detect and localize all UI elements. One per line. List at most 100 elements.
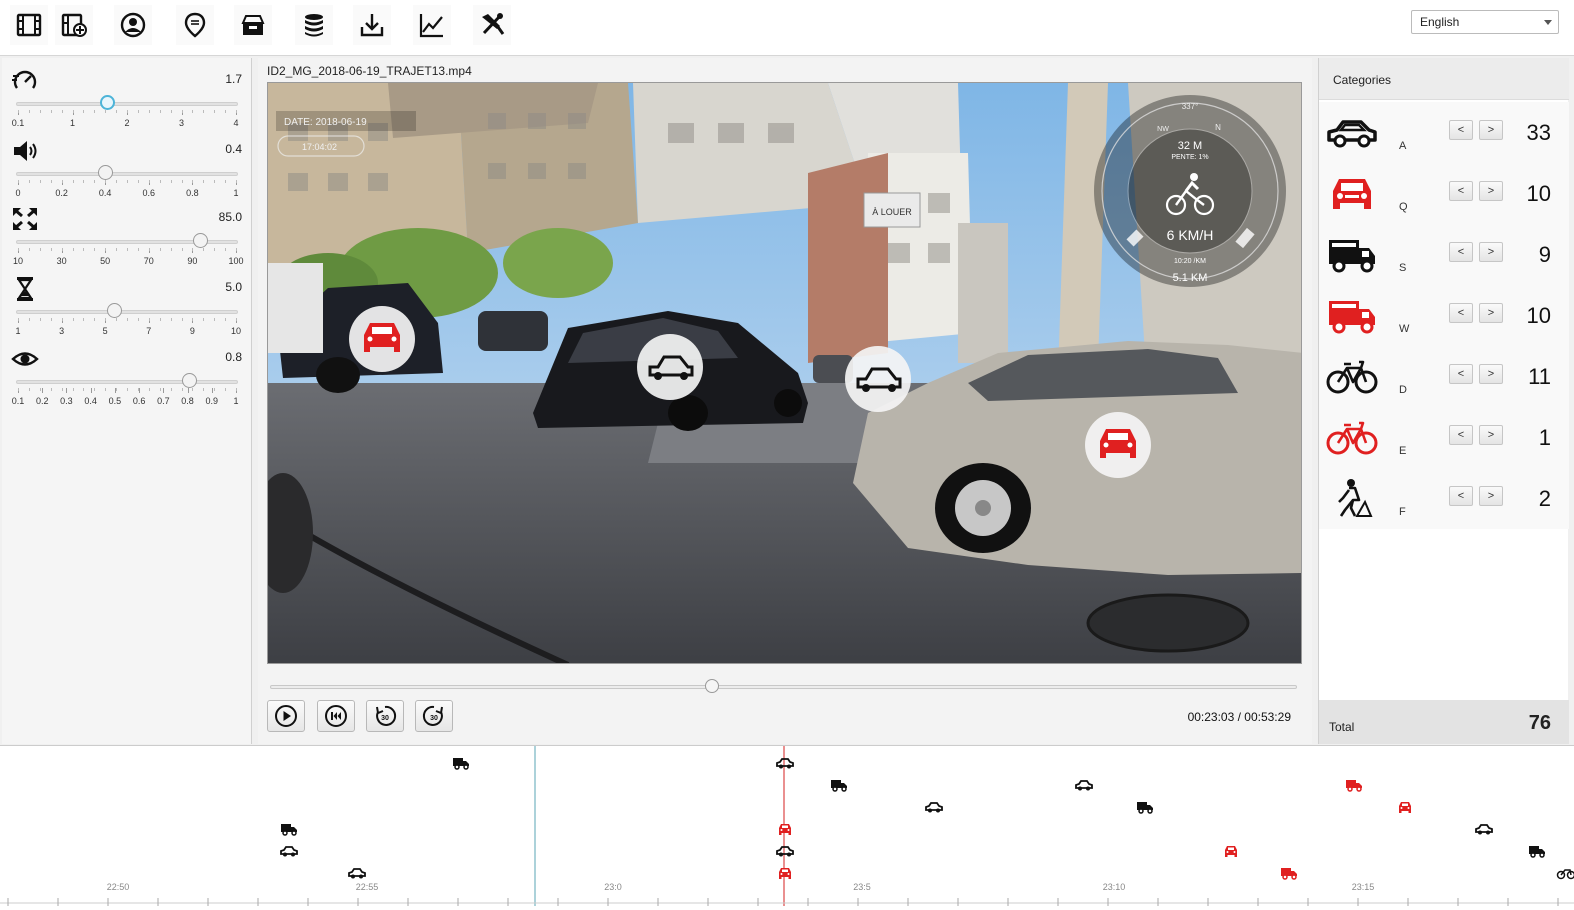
visibility-slider-track[interactable]	[16, 380, 238, 384]
volume-ticks	[18, 180, 237, 186]
timeline-marker-truck-icon[interactable]	[1281, 868, 1297, 880]
archive-button[interactable]	[234, 5, 272, 45]
decrement-button[interactable]: <	[1449, 242, 1473, 262]
zoom-ticks	[18, 248, 237, 254]
language-select[interactable]: English	[1411, 10, 1559, 34]
user-button[interactable]	[114, 5, 152, 45]
film-add-button[interactable]	[55, 5, 93, 45]
increment-button[interactable]: >	[1479, 181, 1503, 201]
decrement-button[interactable]: <	[1449, 425, 1473, 445]
category-row-f: F < >2	[1319, 468, 1569, 529]
duration-slider-track[interactable]	[16, 310, 238, 314]
overlay-date: DATE: 2018-06-19	[284, 117, 367, 128]
timeline-marker-car-icon[interactable]	[280, 846, 298, 857]
marker-car-black-1[interactable]	[637, 334, 703, 400]
tick-label: 0.1	[11, 118, 25, 128]
forward-30-button[interactable]: 30	[415, 700, 453, 732]
speed-hud: 337° NW N 32 M PENTE: 1% 6 KM/H 10:20 /K…	[1094, 95, 1286, 287]
truck-icon	[1325, 234, 1379, 274]
download-button[interactable]	[353, 5, 391, 45]
timeline-marker-car-front-icon[interactable]	[1399, 802, 1411, 813]
increment-button[interactable]: >	[1479, 425, 1503, 445]
timeline-marker-truck-icon[interactable]	[1529, 846, 1545, 858]
categories-panel: Categories A < >33 Q < >10 S < >9 W < >10 D < >11 E < >1 F…	[1318, 58, 1569, 744]
timeline-marker-truck-icon[interactable]	[1137, 802, 1153, 814]
timeline-marker-truck-icon[interactable]	[831, 780, 847, 792]
app-window: English 1.7 0.1 1 2 3 4 0.4 0 0.2 0.4 0.6 0.8 1 85.0 1…	[0, 0, 1574, 910]
database-button[interactable]	[295, 5, 333, 45]
marker-car-red[interactable]	[349, 306, 415, 372]
hud-nw: NW	[1157, 126, 1169, 133]
increment-button[interactable]: >	[1479, 364, 1503, 384]
timeline-marker-car-front-icon[interactable]	[779, 868, 791, 879]
user-circle-icon	[120, 12, 146, 38]
timeline-marker-truck-icon[interactable]	[281, 824, 297, 836]
timeline-marker-bicycle-icon[interactable]	[1556, 869, 1574, 880]
decrement-button[interactable]: <	[1449, 303, 1473, 323]
timeline-marker-truck-icon[interactable]	[453, 758, 469, 770]
play-button[interactable]	[267, 700, 305, 732]
timeline-label: 22:55	[355, 882, 379, 892]
tick-label: 2	[124, 118, 130, 128]
timeline-marker-car-front-icon[interactable]	[1225, 846, 1237, 857]
increment-button[interactable]: >	[1479, 486, 1503, 506]
increment-button[interactable]: >	[1479, 242, 1503, 262]
skip-start-button[interactable]	[317, 700, 355, 732]
hourglass-icon	[11, 276, 39, 302]
forward-30-label: 30	[430, 715, 438, 722]
visibility-slider-thumb[interactable]	[182, 373, 198, 388]
duration-ticks	[18, 318, 237, 324]
event-timeline[interactable]: 22:50 22:55 23:0 23:5 23:10 23:15	[0, 745, 1574, 910]
decrement-button[interactable]: <	[1449, 120, 1473, 140]
decrement-button[interactable]: <	[1449, 181, 1473, 201]
marker-car-black-2[interactable]	[845, 346, 911, 412]
timeline-marker-truck-icon[interactable]	[1346, 780, 1362, 792]
timeline-marker-car-icon[interactable]	[1475, 824, 1493, 835]
volume-slider-thumb[interactable]	[97, 165, 113, 180]
timeline-marker-car-icon[interactable]	[776, 758, 794, 769]
decrement-button[interactable]: <	[1449, 486, 1473, 506]
video-seek-thumb[interactable]	[704, 679, 719, 693]
settings-panel: 1.7 0.1 1 2 3 4 0.4 0 0.2 0.4 0.6 0.8 1 85.0 10 30 50 70 9…	[2, 58, 252, 744]
marker-car-red-2[interactable]	[1085, 412, 1151, 478]
timeline-marker-car-icon[interactable]	[1075, 780, 1093, 791]
increment-button[interactable]: >	[1479, 303, 1503, 323]
tick-label: 1	[233, 396, 239, 406]
tick-label: 0.3	[60, 396, 73, 406]
tick-label: 0.7	[157, 396, 170, 406]
film-button[interactable]	[10, 5, 48, 45]
category-count: 11	[1528, 364, 1551, 389]
tick-label: 0.2	[55, 188, 68, 198]
timeline-label: 23:5	[853, 882, 871, 892]
timeline-label: 23:10	[1102, 882, 1126, 892]
tick-label: 3	[178, 118, 185, 128]
toolbar: English	[0, 0, 1574, 56]
speed-slider-track[interactable]	[16, 102, 238, 106]
rewind-30-button[interactable]: 30	[366, 700, 404, 732]
category-row-e: E < >1	[1319, 407, 1569, 468]
timeline-marker-car-icon[interactable]	[776, 846, 794, 857]
chevron-down-icon	[1544, 20, 1552, 25]
tools-button[interactable]	[473, 5, 511, 45]
timeline-marker-car-icon[interactable]	[348, 868, 366, 879]
decrement-button[interactable]: <	[1449, 364, 1473, 384]
bicycle-icon	[1325, 356, 1379, 396]
street-scene: À LOUER DATE: 2018-06-19 17:04:02 337° N…	[268, 83, 1301, 663]
map-pin-button[interactable]	[176, 5, 214, 45]
tick-label: 70	[143, 256, 154, 266]
timeline-marker-car-front-icon[interactable]	[779, 824, 791, 835]
zoom-slider-thumb[interactable]	[193, 233, 209, 248]
tick-label: 0.9	[205, 396, 219, 406]
duration-slider-thumb[interactable]	[106, 303, 122, 318]
volume-slider-track[interactable]	[16, 172, 238, 176]
visibility-value: 0.8	[225, 350, 242, 364]
video-panel: ID2_MG_2018-06-19_TRAJET13.mp4 À LOUER D…	[258, 58, 1312, 744]
speed-ticks	[18, 110, 237, 116]
speed-value: 1.7	[225, 72, 242, 86]
increment-button[interactable]: >	[1479, 120, 1503, 140]
video-frame[interactable]: À LOUER DATE: 2018-06-19 17:04:02 337° N…	[267, 82, 1302, 664]
timeline-marker-car-icon[interactable]	[925, 802, 943, 813]
speed-slider-thumb[interactable]	[100, 95, 116, 110]
chart-button[interactable]	[413, 5, 451, 45]
video-seek-track[interactable]	[270, 685, 1297, 689]
